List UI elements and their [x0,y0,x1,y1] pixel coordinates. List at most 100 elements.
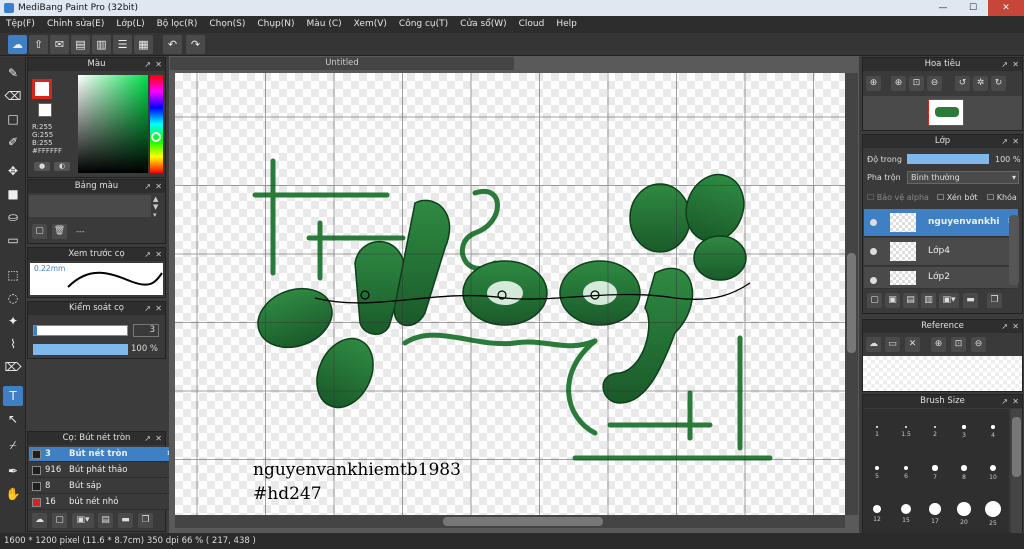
cloud-icon[interactable]: ☁ [8,35,27,54]
lock-checkbox[interactable]: ☐ Khóa [987,193,1017,202]
popout-icon[interactable]: ↗ [144,58,151,71]
clipping-checkbox[interactable]: ☐ Xén bớt [937,193,977,202]
rectangle-icon[interactable]: □ [3,109,23,129]
layer-folder-icon[interactable]: ▥ [921,293,936,308]
brush-item-2[interactable]: 8 Bút sáp [29,479,176,494]
brush-size-cell[interactable]: 6 [893,456,919,494]
close-button[interactable]: ✕ [988,0,1024,16]
close-icon[interactable]: ✕ [905,337,920,352]
close-panel-icon[interactable]: ✕ [1012,58,1019,71]
document-icon[interactable]: ▤ [71,35,90,54]
close-panel-icon[interactable]: ✕ [155,302,162,315]
brush-size-scrollbar[interactable] [1011,409,1022,533]
horizontal-scrollbar[interactable] [175,515,845,528]
brush-item-0[interactable]: 3 Bút nét tròn ✱ [29,447,176,462]
popout-icon[interactable]: ↗ [1001,135,1008,148]
eye-icon[interactable] [870,248,877,255]
brush-size-cell[interactable]: 25 [980,497,1006,533]
upload-icon[interactable]: ⇧ [29,35,48,54]
select-pen-icon[interactable]: ⌇ [3,334,23,354]
eraser-icon[interactable]: ⌫ [3,86,23,106]
brush-size-cell[interactable]: 17 [922,497,948,533]
brush-size-cell[interactable]: 7 [922,456,948,494]
fill-rect-icon[interactable]: ■ [3,184,23,204]
comment-icon[interactable]: ✉ [50,35,69,54]
gradient-icon[interactable]: ▭ [3,230,23,250]
operation-icon[interactable]: ↖ [3,409,23,429]
dot-pen-icon[interactable]: ✐ [3,132,23,152]
minimize-button[interactable]: — [928,0,958,16]
color-square[interactable] [78,75,148,173]
brush-icon[interactable]: ✎ [3,63,23,83]
close-panel-icon[interactable]: ✕ [155,248,162,261]
color-add-icon[interactable]: ● [34,162,50,171]
document-canvas[interactable]: nguyenvankhiemtb1983 #hd247 [175,73,845,515]
pen-icon[interactable]: ✒ [3,461,23,481]
lasso-icon[interactable]: ◌ [3,288,23,308]
menu-file[interactable]: Tệp(F) [0,16,41,33]
zoom-in-icon[interactable]: ⊕ [891,76,906,91]
menu-select[interactable]: Chọn(S) [203,16,251,33]
close-panel-icon[interactable]: ✕ [1012,320,1019,333]
reset-rotation-icon[interactable]: ✲ [973,76,988,91]
popout-icon[interactable]: ↗ [144,432,151,445]
new-layer-1bit-icon[interactable]: ▤ [903,293,918,308]
reference-area[interactable] [863,356,1022,391]
popout-icon[interactable]: ↗ [1001,58,1008,71]
palette-area[interactable] [29,195,151,217]
eyedropper-icon[interactable]: ⌿ [3,435,23,455]
layer-opacity-slider[interactable] [907,154,989,164]
brush-size-cell[interactable]: 12 [864,497,890,533]
duplicate-icon[interactable]: ❐ [987,293,1002,308]
zoom-out-icon[interactable]: ⊖ [971,337,986,352]
brush-size-cell[interactable]: 1.5 [893,415,919,453]
brush-size-cell[interactable]: 1 [864,415,890,453]
select-eraser-icon[interactable]: ⌦ [3,357,23,377]
opacity-slider[interactable] [33,344,128,355]
brush-size-cell[interactable]: 4 [980,415,1006,453]
popout-icon[interactable]: ↗ [144,180,151,193]
blend-mode-select[interactable]: Bình thường ▾ [907,171,1019,184]
menu-snap[interactable]: Chụp(N) [251,16,300,33]
new-palette-icon[interactable]: ▢ [32,224,47,239]
primary-color-swatch[interactable] [32,79,52,99]
zoom-in-icon[interactable]: ⊕ [866,76,881,91]
menu-cloud[interactable]: Cloud [513,16,551,33]
close-panel-icon[interactable]: ✕ [155,432,162,445]
text-icon[interactable]: T [3,386,23,406]
eye-icon[interactable] [870,277,877,284]
vertical-scrollbar[interactable] [845,73,858,515]
alpha-protect-checkbox[interactable]: ☐ Bảo vệ alpha [867,193,929,202]
brush-size-cell[interactable]: 10 [980,456,1006,494]
magic-wand-icon[interactable]: ✦ [3,311,23,331]
select-rect-icon[interactable]: ⬚ [3,265,23,285]
rotate-right-icon[interactable]: ↻ [991,76,1006,91]
menu-help[interactable]: Help [550,16,583,33]
color-swap-icon[interactable]: ◐ [54,162,70,171]
close-panel-icon[interactable]: ✕ [1012,395,1019,408]
popout-icon[interactable]: ↗ [1001,395,1008,408]
hand-icon[interactable]: ✋ [3,484,23,504]
brush-size-cell[interactable]: 5 [864,456,890,494]
open-folder-icon[interactable]: ▭ [885,337,900,352]
eye-icon[interactable] [870,219,877,226]
secondary-color-swatch[interactable] [38,103,52,117]
palette-scroll-icon[interactable]: ▲ ▼ ▾ [153,195,158,219]
menu-window[interactable]: Cửa sổ(W) [454,16,512,33]
brush-size-cell[interactable]: 3 [951,415,977,453]
vertical-scroll-thumb[interactable] [847,253,856,353]
brush-menu-icon[interactable]: ▣▾ [72,513,94,528]
folder-icon[interactable]: ▬ [118,513,133,528]
layer-row[interactable]: Lớp2 [864,267,1018,289]
undo-icon[interactable]: ↶ [163,35,182,54]
popout-icon[interactable]: ↗ [1001,320,1008,333]
brush-size-cell[interactable]: 15 [893,497,919,533]
close-panel-icon[interactable]: ✕ [155,180,162,193]
menu-layer[interactable]: Lớp(L) [110,16,150,33]
bucket-icon[interactable]: ⛀ [3,207,23,227]
popout-icon[interactable]: ↗ [144,302,151,315]
cloud-icon[interactable]: ☁ [866,337,881,352]
redo-icon[interactable]: ↷ [186,35,205,54]
brush-size-grid[interactable]: 1 1.5 2 3 4 5 6 7 8 10 12 15 17 20 25 [863,409,1009,533]
brush-size-cell[interactable]: 8 [951,456,977,494]
